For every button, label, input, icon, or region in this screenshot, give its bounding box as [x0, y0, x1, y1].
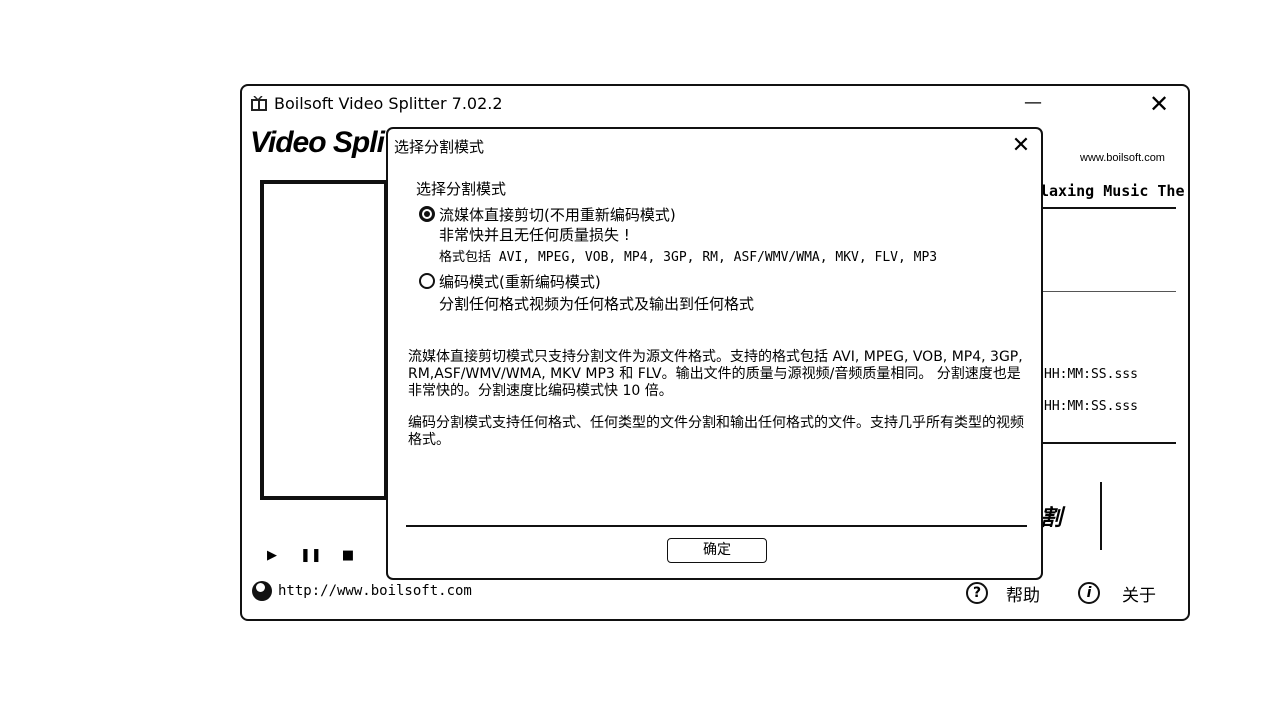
minimize-button[interactable]: —: [1016, 92, 1050, 116]
window-title: Boilsoft Video Splitter 7.02.2: [274, 94, 503, 113]
option-encode-note: 分割任何格式视频为任何格式及输出到任何格式: [439, 295, 755, 313]
help-icon[interactable]: ?: [966, 582, 988, 604]
radio-encode-mode[interactable]: [419, 273, 435, 289]
stop-button[interactable]: ■: [338, 548, 358, 563]
option-encode-label[interactable]: 编码模式(重新编码模式): [439, 271, 601, 292]
split-mode-dialog: 选择分割模式 ✕ 选择分割模式 流媒体直接剪切(不用重新编码模式) 非常快并且无…: [386, 127, 1043, 580]
close-window-button[interactable]: ✕: [1142, 90, 1176, 118]
option-direct-cut-label[interactable]: 流媒体直接剪切(不用重新编码模式): [439, 204, 676, 225]
homepage-link[interactable]: http://www.boilsoft.com: [278, 583, 472, 599]
start-time-field[interactable]: HH:MM:SS.sss: [1044, 367, 1138, 382]
encode-description: 编码分割模式支持任何格式、任何类型的文件分割和输出任何格式的文件。支持几乎所有类…: [408, 415, 1024, 448]
play-button[interactable]: ▶: [262, 548, 282, 563]
option-direct-cut-formats: 格式包括 AVI, MPEG, VOB, MP4, 3GP, RM, ASF/W…: [439, 250, 938, 265]
source-file-name: laxing Music The: [1040, 182, 1185, 200]
dialog-close-button[interactable]: ✕: [1004, 131, 1038, 161]
info-icon[interactable]: i: [1078, 582, 1100, 604]
option-direct-cut-note: 非常快并且无任何质量损失 !: [439, 226, 630, 244]
video-preview: [260, 180, 388, 500]
help-button[interactable]: 帮助: [1006, 581, 1040, 606]
about-button[interactable]: 关于: [1122, 581, 1156, 606]
radio-direct-cut[interactable]: [419, 206, 435, 222]
divider: [1042, 207, 1176, 209]
dialog-divider: [406, 525, 1027, 527]
mode-group-label: 选择分割模式: [416, 180, 507, 198]
site-link[interactable]: www.boilsoft.com: [1080, 152, 1165, 164]
ok-button[interactable]: 确定: [667, 538, 767, 563]
divider: [1042, 442, 1176, 444]
product-logo: Video Spli: [250, 126, 385, 159]
divider: [1042, 291, 1176, 292]
globe-icon: [252, 581, 272, 601]
app-icon: [251, 96, 267, 111]
pause-button[interactable]: ❚❚: [300, 548, 322, 563]
direct-cut-description: 流媒体直接剪切模式只支持分割文件为源文件格式。支持的格式包括 AVI, MPEG…: [408, 349, 1023, 399]
title-bar[interactable]: Boilsoft Video Splitter 7.02.2 — ✕: [242, 86, 1188, 122]
dialog-title: 选择分割模式: [394, 138, 485, 156]
end-time-field[interactable]: HH:MM:SS.sss: [1044, 399, 1138, 414]
